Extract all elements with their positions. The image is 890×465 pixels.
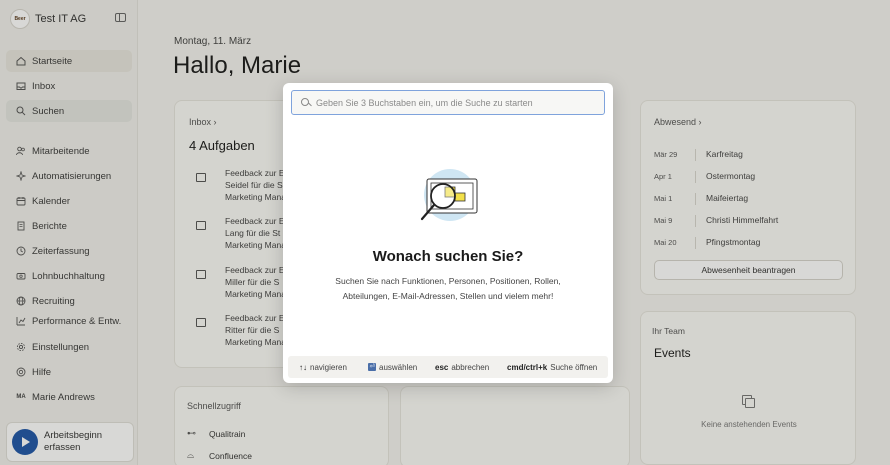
hint-label: Suche öffnen — [550, 362, 598, 372]
hint-cancel: esc abbrechen — [435, 363, 489, 372]
magnifier-illustration-icon — [420, 169, 478, 221]
hint-navigate: ↑↓ navigieren — [299, 363, 347, 372]
search-icon — [301, 97, 311, 108]
empty-state-title: Wonach suchen Sie? — [372, 248, 524, 265]
hint-key: cmd/ctrl+k — [507, 362, 548, 372]
hint-label: navigieren — [310, 362, 347, 372]
empty-state-description: Suchen Sie nach Funktionen, Personen, Po… — [335, 276, 561, 301]
enter-key-icon: ⏎ — [368, 363, 376, 371]
hint-key: esc — [435, 362, 449, 372]
hint-open-search: cmd/ctrl+k Suche öffnen — [507, 363, 597, 372]
search-input[interactable] — [316, 97, 596, 108]
keyboard-hints: ↑↓ navigieren ⏎ auswählen esc abbrechen … — [288, 356, 608, 378]
hint-select: ⏎ auswählen — [368, 363, 417, 372]
search-modal: Wonach suchen Sie? Suchen Sie nach Funkt… — [283, 83, 613, 383]
hint-key: ↑↓ — [299, 362, 307, 372]
search-field[interactable] — [291, 90, 605, 115]
hint-label: abbrechen — [451, 362, 490, 372]
hint-label: auswählen — [379, 362, 418, 372]
